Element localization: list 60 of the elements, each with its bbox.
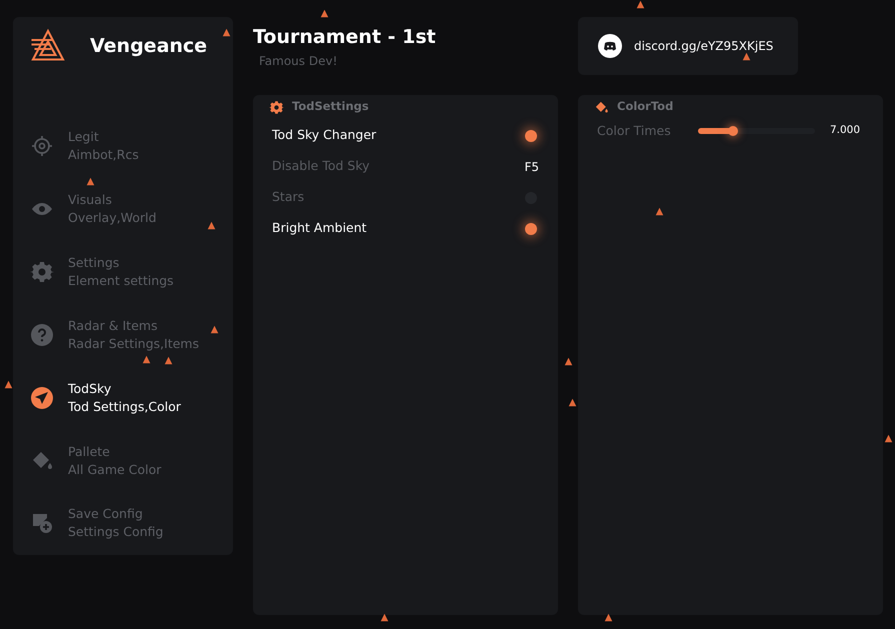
nav-subtitle: Radar Settings,Items — [68, 334, 199, 353]
triangle-icon — [164, 356, 173, 365]
page-subtitle: Famous Dev! — [259, 52, 338, 70]
nav-title: TodSky — [68, 380, 112, 398]
nav-title: Radar & Items — [68, 316, 158, 335]
discord-link[interactable]: discord.gg/eYZ95XKjES — [634, 37, 774, 55]
panel-title: ColorTod — [617, 98, 674, 116]
question-icon — [30, 322, 54, 347]
triangle-icon — [568, 398, 577, 407]
paint-bucket-icon — [594, 100, 609, 114]
paper-plane-icon — [30, 386, 54, 410]
triangle-icon — [604, 613, 613, 622]
crosshair-icon — [30, 134, 54, 158]
discord-icon — [598, 34, 622, 58]
slider-thumb[interactable] — [728, 126, 738, 136]
triangle-icon — [210, 325, 219, 334]
nav-title: Pallete — [68, 442, 111, 461]
gear-icon — [269, 100, 284, 114]
triangle-icon — [636, 0, 645, 9]
triangle-icon — [380, 613, 389, 622]
slider-value: 7.000 — [830, 123, 860, 138]
setting-label: Bright Ambient — [272, 219, 367, 238]
nav-item[interactable]: Save Config Settings Config — [30, 492, 216, 555]
nav-item[interactable]: Pallete All Game Color — [30, 429, 216, 492]
nav-subtitle: Settings Config — [68, 523, 164, 542]
nav-item[interactable]: Legit Aimbot,Rcs — [30, 114, 216, 178]
nav-item[interactable]: TodSky Tod Settings,Color — [30, 366, 216, 430]
triangle-icon — [222, 28, 231, 37]
keybind-key[interactable]: F5 — [524, 158, 539, 176]
save-config-icon — [30, 511, 54, 536]
triangle-icon — [86, 177, 95, 186]
panel-title: TodSettings — [292, 98, 369, 116]
nav-title: Settings — [68, 254, 120, 272]
nav-item[interactable]: Settings Element settings — [30, 240, 216, 304]
triangle-icon — [142, 355, 151, 364]
setting-label: Disable Tod Sky — [272, 157, 370, 176]
triangle-icon — [742, 52, 751, 61]
nav-item[interactable]: Visuals Overlay,World — [30, 177, 216, 240]
triangle-icon — [4, 380, 13, 389]
nav-subtitle: Overlay,World — [68, 208, 156, 227]
triangle-icon — [884, 434, 893, 443]
triangle-icon — [207, 221, 216, 230]
triangle-icon — [320, 9, 329, 18]
slider-track[interactable] — [698, 128, 815, 134]
setting-label: Tod Sky Changer — [272, 126, 376, 144]
gear-icon — [30, 260, 54, 284]
nav-item[interactable]: Radar & Items Radar Settings,Items — [30, 303, 216, 366]
setting-label: Color Times — [597, 122, 671, 140]
nav-title: Legit — [68, 128, 100, 146]
page-title: Tournament - 1st — [253, 25, 436, 50]
nav-title: Save Config — [68, 505, 144, 524]
brand-name: Vengeance — [90, 34, 208, 59]
nav-subtitle: Element settings — [68, 272, 174, 290]
triangle-icon — [655, 207, 664, 216]
nav-subtitle: Tod Settings,Color — [68, 398, 181, 416]
triangle-icon — [564, 357, 573, 366]
setting-label: Stars — [272, 188, 304, 206]
nav-title: Visuals — [68, 190, 113, 209]
nav-subtitle: All Game Color — [68, 460, 162, 479]
nav-subtitle: Aimbot,Rcs — [68, 146, 139, 164]
